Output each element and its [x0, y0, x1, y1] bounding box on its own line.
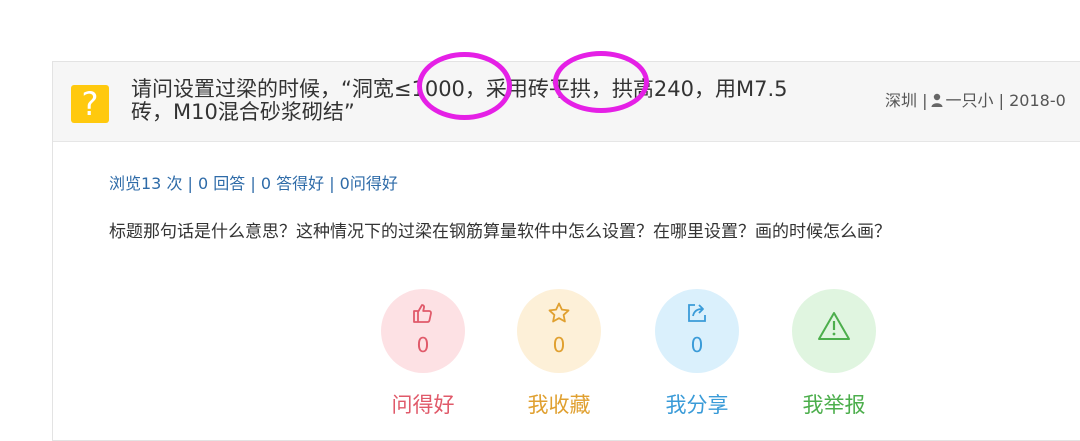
good-question-count: 0: [416, 333, 430, 357]
good-question-label[interactable]: 问得好: [378, 389, 468, 419]
favorite-label[interactable]: 我收藏: [514, 389, 604, 419]
favorite-count: 0: [552, 333, 566, 357]
question-mark-icon: ?: [71, 85, 109, 123]
meta-separator: |: [922, 91, 928, 110]
question-title: 请问设置过梁的时候，“洞宽≤1000，采用砖平拱，拱高240，用M7.5砖，M1…: [131, 77, 788, 124]
location-text: 深圳: [885, 91, 918, 110]
favorite-button[interactable]: 0 我收藏: [514, 289, 604, 419]
favorite-circle[interactable]: 0: [517, 289, 601, 373]
action-bar: 0 问得好 0 我收藏 0 我分享 我举报: [378, 289, 878, 419]
meta-separator: |: [998, 91, 1004, 110]
question-body: 标题那句话是什么意思？这种情况下的过梁在钢筋算量软件中怎么设置？在哪里设置？画的…: [109, 222, 891, 242]
question-header: ? 请问设置过梁的时候，“洞宽≤1000，采用砖平拱，拱高240，用M7.5砖，…: [53, 62, 1080, 142]
report-button[interactable]: 我举报: [789, 289, 879, 419]
star-icon: [548, 302, 570, 323]
share-icon: [688, 304, 706, 322]
good-question-circle[interactable]: 0: [381, 289, 465, 373]
share-count: 0: [690, 333, 704, 357]
report-label[interactable]: 我举报: [789, 389, 879, 419]
share-button[interactable]: 0 我分享: [652, 289, 742, 419]
warning-icon: [818, 312, 850, 340]
share-label[interactable]: 我分享: [652, 389, 742, 419]
share-circle[interactable]: 0: [655, 289, 739, 373]
user-icon: [931, 93, 942, 107]
question-card: ? 请问设置过梁的时候，“洞宽≤1000，采用砖平拱，拱高240，用M7.5砖，…: [52, 61, 1080, 441]
report-circle[interactable]: [792, 289, 876, 373]
question-meta: 深圳 | 一只小 | 2018-0: [885, 91, 1066, 111]
good-question-button[interactable]: 0 问得好: [378, 289, 468, 419]
thumbs-up-icon: [413, 304, 432, 323]
username-link[interactable]: 一只小: [946, 91, 994, 110]
date-text: 2018-0: [1009, 91, 1066, 110]
question-stats: 浏览13 次 | 0 回答 | 0 答得好 | 0问得好: [109, 174, 398, 193]
